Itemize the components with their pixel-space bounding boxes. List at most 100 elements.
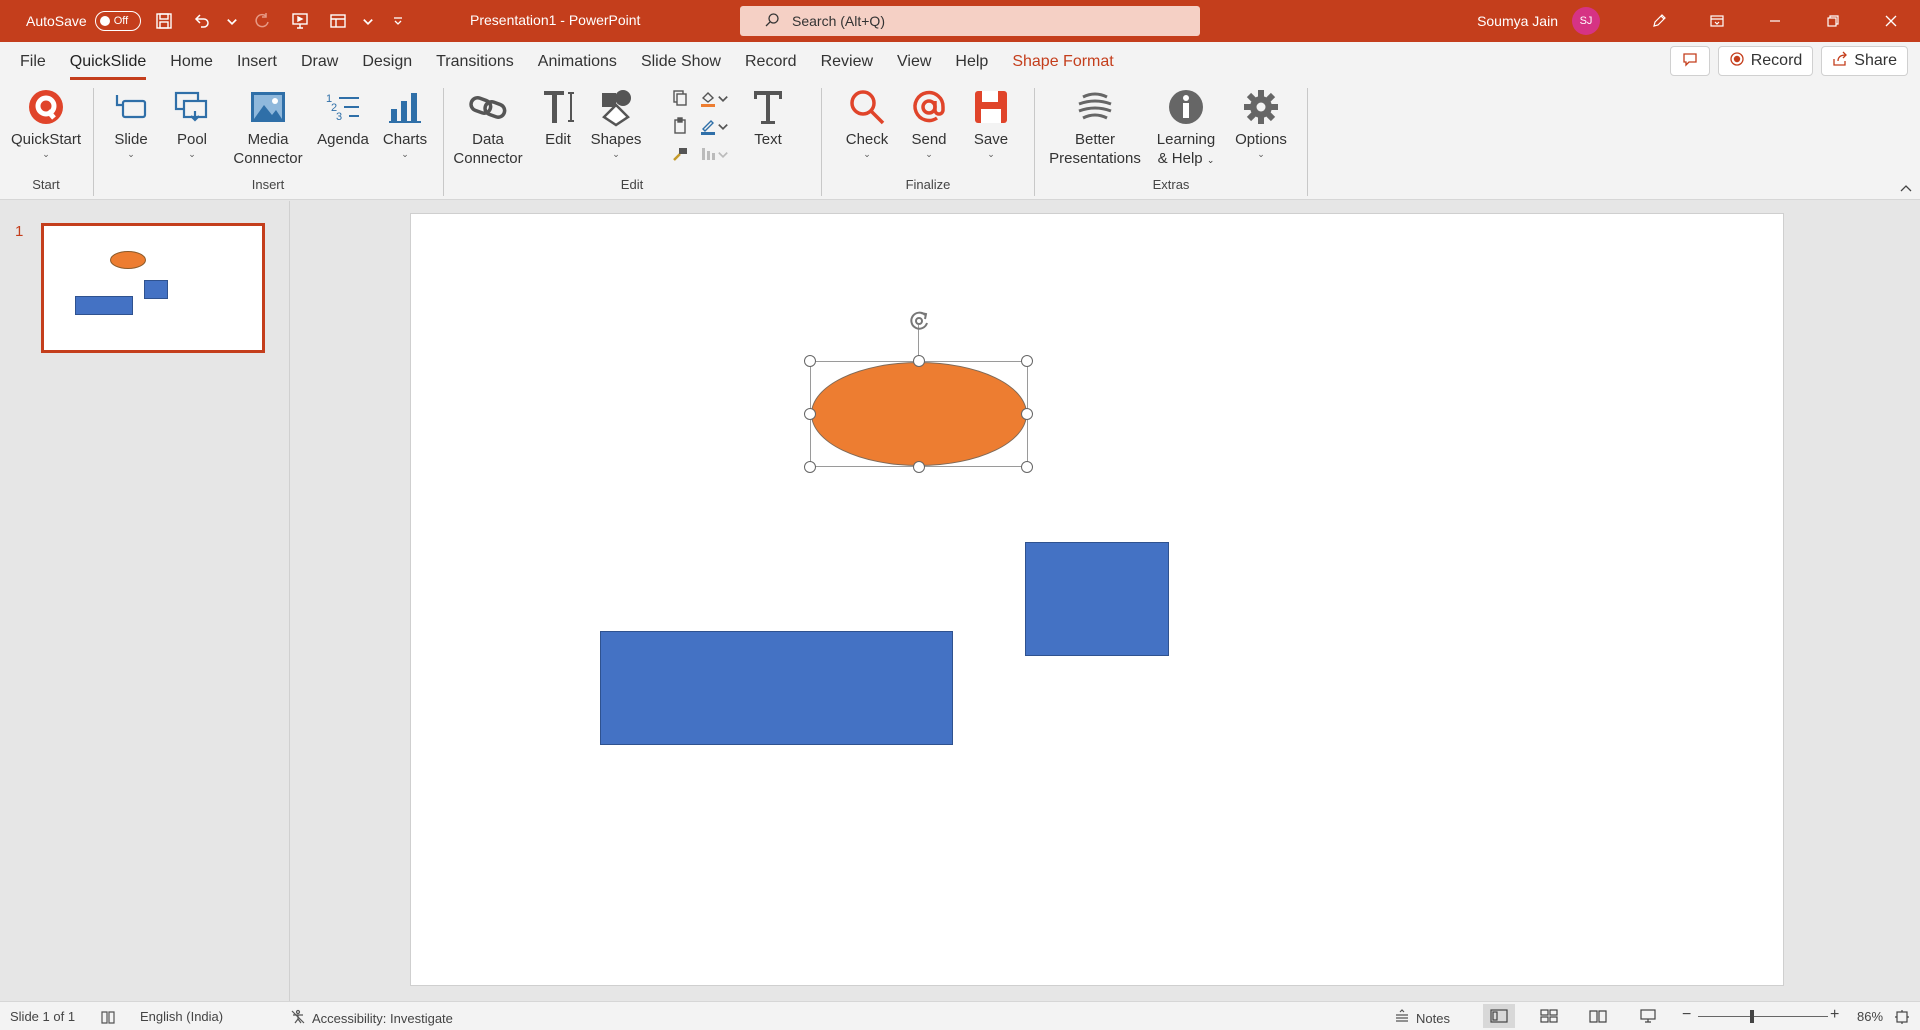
redo-icon[interactable] (247, 6, 277, 36)
undo-dropdown-icon[interactable] (225, 6, 239, 36)
send-button[interactable]: Send ⌄ (904, 86, 954, 159)
chevron-down-icon: ⌄ (925, 149, 933, 159)
restore-icon[interactable] (1804, 0, 1862, 42)
customize-qat-icon[interactable] (383, 6, 413, 36)
language-indicator[interactable]: English (India) (140, 1009, 223, 1024)
zoom-in-button[interactable]: + (1830, 1006, 1839, 1024)
fill-color-dropdown-icon[interactable] (716, 86, 730, 110)
data-connector-label-1: Data (472, 131, 504, 148)
charts-button[interactable]: Charts ⌄ (380, 86, 430, 159)
tab-quickslide[interactable]: QuickSlide (58, 42, 158, 82)
chevron-down-icon: ⌄ (401, 149, 409, 159)
media-connector-button[interactable]: Media Connector (230, 86, 306, 168)
resize-handle-bottom-right[interactable] (1021, 461, 1033, 473)
tab-file[interactable]: File (8, 42, 58, 82)
tab-design[interactable]: Design (350, 42, 424, 82)
slide-label: Slide (114, 131, 148, 148)
user-name[interactable]: Soumya Jain (1477, 13, 1558, 29)
resize-handle-left[interactable] (804, 408, 816, 420)
zoom-slider-thumb[interactable] (1750, 1010, 1754, 1023)
data-connector-label-2: Connector (453, 150, 523, 167)
tab-slide-show[interactable]: Slide Show (629, 42, 733, 82)
ribbon: QuickStart ⌄ Start Slide ⌄ Pool ⌄ Media … (0, 82, 1920, 200)
resize-handle-right[interactable] (1021, 408, 1033, 420)
shapes-icon (595, 86, 637, 128)
normal-view-icon[interactable] (1483, 1004, 1515, 1028)
resize-handle-bottom[interactable] (913, 461, 925, 473)
spell-check-icon[interactable] (100, 1009, 116, 1025)
format-painter-icon[interactable] (668, 142, 692, 166)
tab-home[interactable]: Home (158, 42, 225, 82)
accessibility-status[interactable]: Accessibility: Investigate (290, 1009, 453, 1028)
slide-show-view-icon[interactable] (1632, 1004, 1664, 1028)
text-button[interactable]: Text (746, 86, 790, 149)
share-button[interactable]: Share (1821, 46, 1908, 76)
check-button[interactable]: Check ⌄ (842, 86, 892, 159)
rotate-handle-icon[interactable] (905, 307, 933, 335)
search-box[interactable]: Search (Alt+Q) (740, 6, 1200, 36)
undo-icon[interactable] (187, 6, 217, 36)
status-bar: Slide 1 of 1 English (India) Accessibili… (0, 1001, 1920, 1030)
group-label-edit: Edit (620, 177, 644, 192)
quickstart-button[interactable]: QuickStart ⌄ (8, 86, 84, 159)
notes-button[interactable]: Notes (1394, 1009, 1450, 1028)
autosave-toggle[interactable]: Off (94, 11, 141, 31)
zoom-level[interactable]: 86% (1857, 1009, 1883, 1024)
collapse-ribbon-icon[interactable] (1900, 181, 1912, 195)
tab-draw[interactable]: Draw (289, 42, 350, 82)
zoom-out-button[interactable]: − (1682, 1006, 1691, 1024)
paste-format-icon[interactable] (668, 114, 692, 138)
shapes-button[interactable]: Shapes ⌄ (588, 86, 644, 159)
tab-shape-format[interactable]: Shape Format (1000, 42, 1125, 82)
ribbon-display-options-icon[interactable] (1688, 0, 1746, 42)
comments-button[interactable] (1669, 46, 1710, 76)
layout-icon[interactable] (323, 6, 353, 36)
learning-help-button[interactable]: Learning & Help ⌄ (1153, 86, 1219, 170)
zoom-slider-track[interactable] (1698, 1016, 1828, 1017)
group-label-start: Start (32, 177, 60, 192)
tab-help[interactable]: Help (943, 42, 1000, 82)
resize-handle-top[interactable] (913, 355, 925, 367)
reading-view-icon[interactable] (1582, 1004, 1614, 1028)
selection-box (810, 361, 1028, 467)
edit-button[interactable]: Edit (538, 86, 578, 149)
resize-handle-top-left[interactable] (804, 355, 816, 367)
slide-button[interactable]: Slide ⌄ (109, 86, 153, 159)
better-presentations-button[interactable]: Better Presentations (1049, 86, 1141, 168)
slide-canvas[interactable] (410, 213, 1784, 986)
slide-sorter-view-icon[interactable] (1533, 1004, 1565, 1028)
copy-format-icon[interactable] (668, 86, 692, 110)
save-button[interactable]: Save ⌄ (966, 86, 1016, 159)
pen-icon[interactable] (1630, 0, 1688, 42)
resize-handle-top-right[interactable] (1021, 355, 1033, 367)
comment-icon (1682, 51, 1698, 72)
tab-record[interactable]: Record (733, 42, 809, 82)
fit-to-window-icon[interactable] (1894, 1009, 1910, 1025)
data-connector-button[interactable]: Data Connector (450, 86, 526, 168)
chevron-down-icon: ⌄ (188, 149, 196, 159)
tab-review[interactable]: Review (809, 42, 885, 82)
slide-thumbnail[interactable] (41, 223, 265, 353)
pool-label: Pool (176, 131, 208, 148)
tab-transitions[interactable]: Transitions (424, 42, 526, 82)
save-icon[interactable] (149, 6, 179, 36)
line-color-dropdown-icon[interactable] (716, 114, 730, 138)
close-icon[interactable] (1862, 0, 1920, 42)
avatar[interactable]: SJ (1572, 7, 1600, 35)
thumbnail-rectangle-small (144, 280, 168, 299)
options-button[interactable]: Options ⌄ (1231, 86, 1291, 159)
resize-handle-bottom-left[interactable] (804, 461, 816, 473)
ribbon-tabs: File QuickSlide Home Insert Draw Design … (0, 42, 1920, 82)
pool-button[interactable]: Pool ⌄ (170, 86, 214, 159)
tab-view[interactable]: View (885, 42, 943, 82)
tab-insert[interactable]: Insert (225, 42, 289, 82)
layout-dropdown-icon[interactable] (361, 6, 375, 36)
minimize-icon[interactable] (1746, 0, 1804, 42)
rectangle-shape-wide[interactable] (600, 631, 953, 745)
rectangle-shape-small[interactable] (1025, 542, 1169, 656)
record-button[interactable]: Record (1717, 46, 1814, 76)
present-from-start-icon[interactable] (285, 6, 315, 36)
agenda-button[interactable]: 123 Agenda (314, 86, 372, 149)
tab-animations[interactable]: Animations (526, 42, 629, 82)
slide-info: Slide 1 of 1 (10, 1009, 76, 1024)
